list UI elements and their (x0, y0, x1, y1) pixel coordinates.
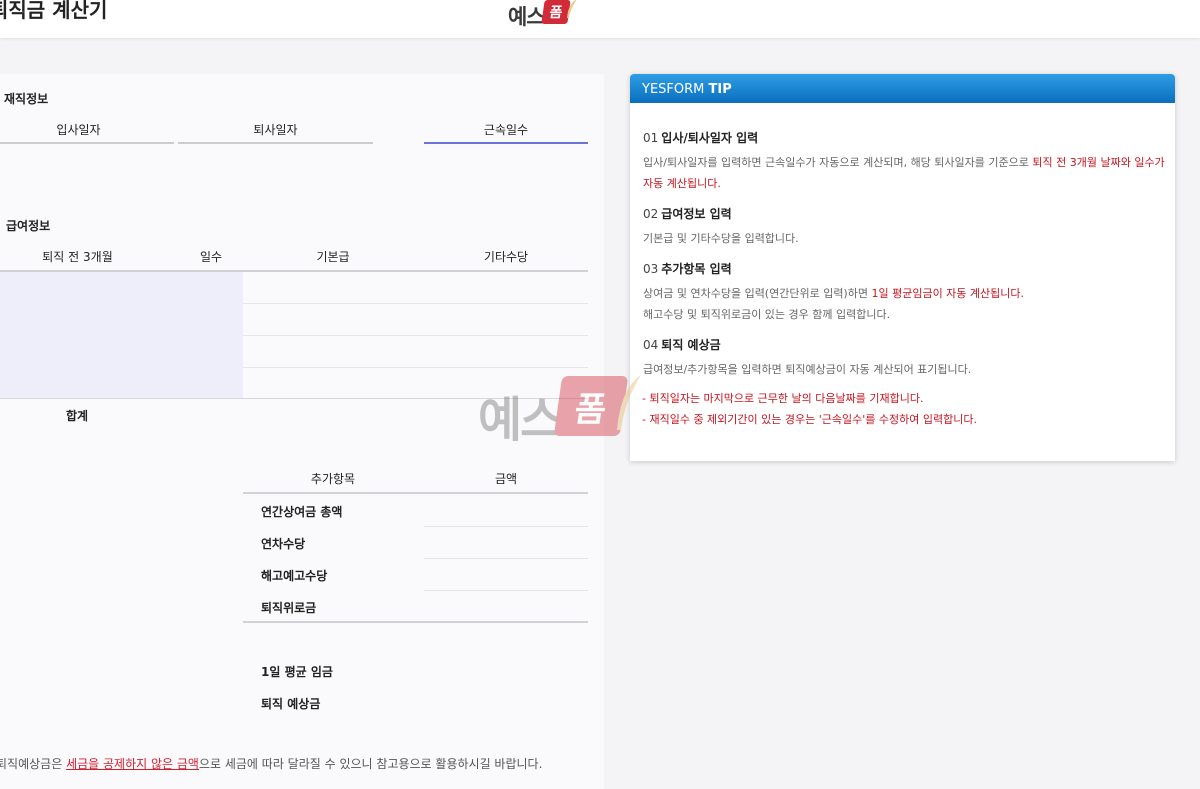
salary-row-divider (243, 367, 588, 368)
tip-note-2: - 재직일수 중 제외기간이 있는 경우는 '근속일수'를 수정하여 입력합니다… (642, 413, 977, 426)
tip-body: 기본급 및 기타수당을 입력합니다. (643, 232, 799, 245)
page-title: 퇴직금 계산기 (0, 0, 108, 22)
salary-col-base: 기본급 (316, 250, 350, 264)
daily-wage-label: 1일 평균 임금 (261, 665, 333, 679)
extra-amount-input[interactable] (424, 558, 588, 559)
tip-body: 입사/퇴사일자를 입력하면 근속일수가 자동으로 계산되며, 해당 퇴사일자를 … (643, 156, 1033, 169)
feather-icon (566, 0, 576, 18)
extra-amount-input[interactable] (424, 590, 588, 591)
leave-date-input[interactable] (178, 142, 373, 144)
severance-label: 퇴직 예상금 (261, 697, 321, 711)
tip-body-highlight: 1일 평균임금이 자동 계산됩니다. (871, 287, 1025, 300)
join-date-label: 입사일자 (56, 123, 101, 137)
footnote: 퇴직예상금은 세금을 공제하지 않은 금액으로 세금에 따라 달라질 수 있으니… (0, 755, 542, 772)
tip-item-2: 02 급여정보 입력 기본급 및 기타수당을 입력합니다. (643, 205, 1165, 249)
extra-row-bonus: 연간상여금 총액 (261, 505, 343, 519)
salary-period-cells (0, 272, 243, 398)
tip-num: 02 (643, 207, 659, 221)
salary-section-title: 급여정보 (6, 219, 51, 233)
salary-col-other: 기타수당 (483, 250, 529, 264)
tip-panel: YESFORM TIP 01 입사/퇴사일자 입력 입사/퇴사일자를 입력하면 근… (630, 74, 1175, 461)
extra-col-amount: 금액 (494, 472, 518, 486)
tip-body: 상여금 및 연차수당을 입력(연간단위로 입력)하면 (643, 287, 872, 300)
top-bar: 퇴직금 계산기 예스 폼 (0, 0, 1200, 38)
salary-total-label: 합계 (66, 409, 89, 423)
tip-num: 04 (643, 338, 659, 352)
footnote-warning: 세금을 공제하지 않은 금액 (66, 757, 199, 771)
logo-text: 예스 (508, 5, 546, 29)
extra-col-item: 추가항목 (310, 472, 356, 486)
extra-row-consolation: 퇴직위로금 (261, 601, 317, 615)
leave-date-label: 퇴사일자 (253, 123, 298, 137)
tip-num: 03 (643, 262, 659, 276)
calculator-panel: 재직정보 입사일자 퇴사일자 근속일수 급여정보 퇴직 전 3개월 일수 기본급… (0, 74, 604, 789)
salary-total-divider (0, 398, 588, 399)
tip-title: 입사/퇴사일자 입력 (661, 131, 759, 145)
service-days-label: 근속일수 (483, 123, 529, 137)
salary-col-days: 일수 (199, 250, 223, 264)
salary-row-divider (243, 303, 588, 304)
tip-header-brand: YESFORM (642, 82, 709, 97)
tip-title: 급여정보 입력 (661, 207, 732, 221)
site-logo[interactable]: 예스 폼 (508, 0, 583, 30)
extra-footer-divider (243, 621, 588, 623)
tip-item-1: 01 입사/퇴사일자 입력 입사/퇴사일자를 입력하면 근속일수가 자동으로 계산… (643, 129, 1165, 194)
tip-body: 급여정보/추가항목을 입력하면 퇴직예상금이 자동 계산되어 표기됩니다. (643, 363, 972, 376)
tip-body-line2: 해고수당 및 퇴직위로금이 있는 경우 함께 입력합니다. (643, 308, 891, 321)
salary-col-period: 퇴직 전 3개월 (42, 250, 113, 264)
extra-amount-input[interactable] (424, 526, 588, 527)
tip-header-tip: TIP (708, 82, 732, 97)
tip-note-1: - 퇴직일자는 마지막으로 근무한 날의 다음날짜를 기재합니다. (642, 392, 924, 405)
extra-row-dismissal-notice: 해고예고수당 (261, 569, 328, 583)
footnote-prefix: 퇴직예상금은 (0, 757, 67, 771)
extra-header-divider (243, 492, 588, 494)
tip-header: YESFORM TIP (630, 74, 1175, 103)
join-date-input[interactable] (0, 142, 174, 144)
tip-num: 01 (643, 131, 659, 145)
employment-section-title: 재직정보 (4, 92, 49, 106)
tip-item-3: 03 추가항목 입력 상여금 및 연차수당을 입력(연간단위로 입력)하면 1일 … (643, 260, 1165, 325)
service-days-input[interactable] (424, 142, 588, 144)
tip-title: 추가항목 입력 (661, 262, 732, 276)
tip-title: 퇴직 예상금 (661, 338, 721, 352)
salary-row-divider (243, 335, 588, 336)
tip-item-4: 04 퇴직 예상금 급여정보/추가항목을 입력하면 퇴직예상금이 자동 계산되어 … (643, 336, 1165, 380)
footnote-suffix: 으로 세금에 따라 달라질 수 있으니 참고용으로 활용하시길 바랍니다. (198, 757, 543, 771)
extra-row-annual-leave: 연차수당 (261, 537, 306, 551)
